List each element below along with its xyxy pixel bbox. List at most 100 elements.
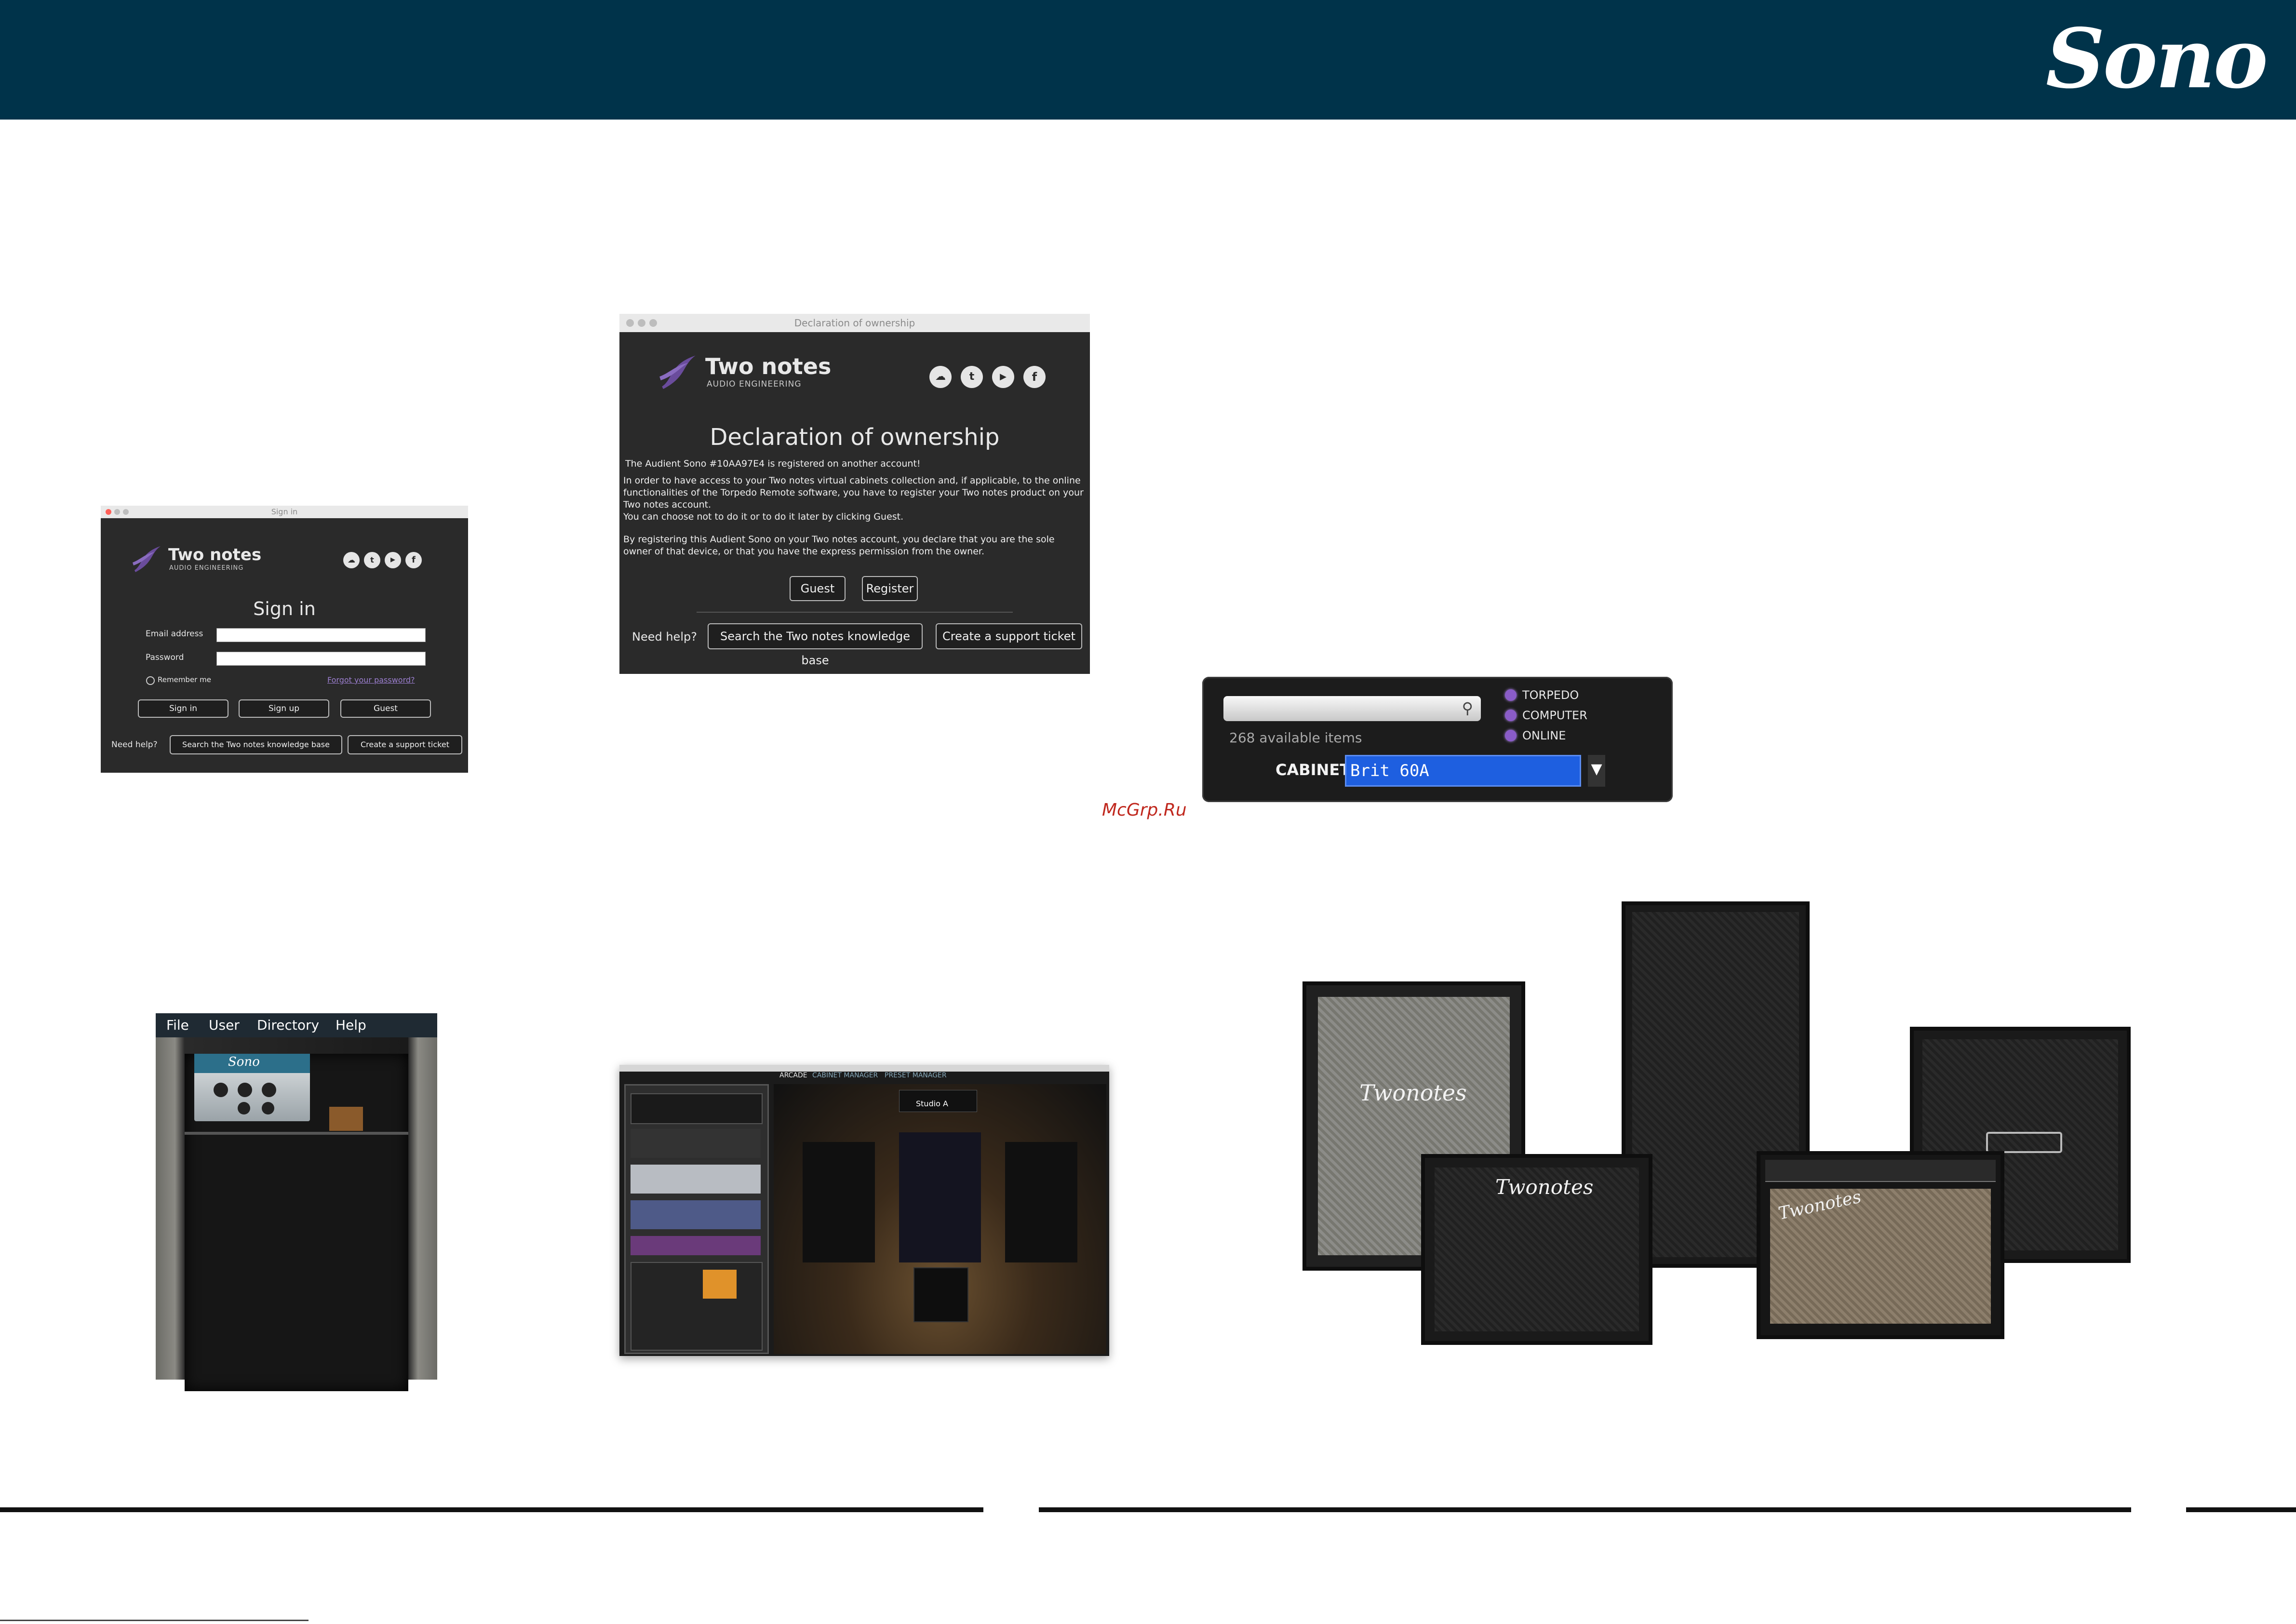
source-online-radio[interactable] <box>1505 730 1517 741</box>
guest-button[interactable]: Guest <box>790 576 846 601</box>
password-field[interactable] <box>216 652 426 666</box>
combo-amp: Twonotes <box>1757 1151 2004 1339</box>
email-label: Email address <box>146 629 203 639</box>
cabinet-handle <box>1986 1132 2062 1153</box>
ownership-logo-title: Two notes <box>705 353 832 379</box>
ownership-heading: Declaration of ownership <box>710 424 1000 451</box>
chevron-down-icon[interactable]: ▼ <box>1588 755 1605 787</box>
cabinet-browser-panel: ⚲ 268 available items TORPEDO COMPUTER O… <box>1202 677 1673 802</box>
email-field[interactable] <box>216 628 426 642</box>
source-online-label: ONLINE <box>1522 729 1566 742</box>
signin-button[interactable]: Sign in <box>138 699 228 718</box>
remote-rack-unit <box>631 1236 761 1255</box>
support-ticket-button[interactable]: Create a support ticket <box>936 623 1082 649</box>
facebook-icon[interactable]: f <box>405 552 422 568</box>
register-button[interactable]: Register <box>862 576 918 601</box>
twitter-icon[interactable]: t <box>961 366 983 388</box>
zoom-dot-icon[interactable] <box>649 319 657 327</box>
ownership-paragraph-1: In order to have access to your Two note… <box>623 475 1084 510</box>
source-computer-label: COMPUTER <box>1522 709 1587 722</box>
footer-rule <box>0 1507 983 1512</box>
remote-rack <box>624 1084 769 1354</box>
minimize-dot-icon[interactable] <box>114 509 120 515</box>
menu-help[interactable]: Help <box>336 1017 366 1033</box>
knowledge-base-button[interactable]: Search the Two notes knowledge base <box>170 735 342 754</box>
acoustic-panel <box>899 1132 981 1262</box>
signup-button[interactable]: Sign up <box>239 699 329 718</box>
knowledge-base-button[interactable]: Search the Two notes knowledge base <box>708 623 923 667</box>
tab-arcade[interactable]: ARCADE <box>779 1072 807 1079</box>
footer-small-rule <box>0 1620 309 1621</box>
cabinet-select[interactable]: Brit 60A <box>1345 755 1581 787</box>
twonotes-logo: Twonotes <box>1495 1175 1594 1199</box>
soundcloud-icon[interactable]: ☁ <box>343 552 360 568</box>
cabinet-search-input[interactable]: ⚲ <box>1223 696 1481 721</box>
ownership-window-title: Declaration of ownership <box>794 317 915 329</box>
knob-icon[interactable] <box>238 1102 250 1114</box>
close-dot-icon[interactable] <box>106 509 111 515</box>
source-torpedo-label: TORPEDO <box>1522 688 1579 702</box>
youtube-icon[interactable]: ▶ <box>992 366 1014 388</box>
remote-rack-unit <box>631 1093 763 1124</box>
need-help-label: Need help? <box>111 740 158 750</box>
close-dot-icon[interactable] <box>626 319 634 327</box>
signin-window: Sign in Two notes AUDIO ENGINEERING ☁ t … <box>101 506 468 773</box>
footer-rule <box>2186 1507 2296 1512</box>
amp-control-panel <box>1765 1160 1996 1182</box>
remember-me-radio[interactable] <box>146 676 155 685</box>
soundcloud-icon[interactable]: ☁ <box>929 366 952 388</box>
sono-device[interactable]: Sono <box>194 1054 310 1121</box>
tab-preset-manager[interactable]: PRESET MANAGER <box>885 1072 947 1079</box>
signin-body: Two notes AUDIO ENGINEERING ☁ t ▶ f Sign… <box>101 518 468 773</box>
search-icon[interactable]: ⚲ <box>1462 699 1473 717</box>
remote-studio-view: ARCADE CABINET MANAGER PRESET MANAGER St… <box>774 1072 1106 1354</box>
ownership-paragraph-3: By registering this Audient Sono on your… <box>623 534 1055 557</box>
rack-window: File User Directory Help Sono <box>156 1013 437 1391</box>
sono-device-label: Sono <box>228 1055 260 1069</box>
page-header: Sono <box>0 0 2296 120</box>
rack-shelf <box>185 1132 408 1135</box>
twitter-icon[interactable]: t <box>364 552 380 568</box>
cabinets-photo: Twonotes Twonotes Twonotes <box>1302 897 2131 1345</box>
studio-name: Studio A <box>916 1099 948 1108</box>
remote-rack-unit <box>631 1129 761 1158</box>
virtual-cabinet[interactable] <box>913 1267 968 1322</box>
ownership-window: Declaration of ownership Two notes AUDIO… <box>619 314 1090 674</box>
source-torpedo-radio[interactable] <box>1505 689 1517 701</box>
remote-mixer <box>631 1262 763 1351</box>
knob-icon[interactable] <box>262 1083 276 1097</box>
minimize-dot-icon[interactable] <box>638 319 645 327</box>
forgot-password-link[interactable]: Forgot your password? <box>327 675 415 684</box>
acoustic-panel <box>803 1142 875 1262</box>
remote-rack-unit <box>631 1165 761 1194</box>
support-ticket-button[interactable]: Create a support ticket <box>348 735 462 754</box>
source-computer-radio[interactable] <box>1505 710 1517 721</box>
guest-button[interactable]: Guest <box>340 699 431 718</box>
footer-rule <box>1039 1507 2131 1512</box>
menu-user[interactable]: User <box>209 1017 240 1033</box>
zoom-dot-icon[interactable] <box>123 509 129 515</box>
rack-menubar: File User Directory Help <box>156 1013 437 1037</box>
signin-logo-subtitle: AUDIO ENGINEERING <box>169 564 244 572</box>
facebook-icon[interactable]: f <box>1023 366 1046 388</box>
remember-me-label: Remember me <box>158 675 211 684</box>
available-items-count: 268 available items <box>1229 730 1362 746</box>
menu-file[interactable]: File <box>166 1017 189 1033</box>
ownership-titlebar: Declaration of ownership <box>619 314 1090 332</box>
two-notes-swirl-icon <box>133 546 161 572</box>
youtube-icon[interactable]: ▶ <box>385 552 401 568</box>
signin-logo-title: Two notes <box>168 545 262 564</box>
knob-icon[interactable] <box>238 1083 252 1097</box>
remote-meter <box>703 1270 737 1299</box>
signin-heading: Sign in <box>253 598 316 619</box>
device-box <box>329 1107 363 1131</box>
acoustic-panel <box>1005 1142 1077 1262</box>
tab-cabinet-manager[interactable]: CABINET MANAGER <box>812 1072 878 1079</box>
signin-titlebar: Sign in <box>101 506 468 518</box>
menu-directory[interactable]: Directory <box>257 1017 319 1033</box>
twonotes-logo: Twonotes <box>1359 1080 1467 1106</box>
signin-window-title: Sign in <box>271 507 298 516</box>
studio-selector[interactable]: Studio A <box>899 1090 977 1112</box>
knob-icon[interactable] <box>214 1083 228 1097</box>
knob-icon[interactable] <box>262 1102 274 1114</box>
